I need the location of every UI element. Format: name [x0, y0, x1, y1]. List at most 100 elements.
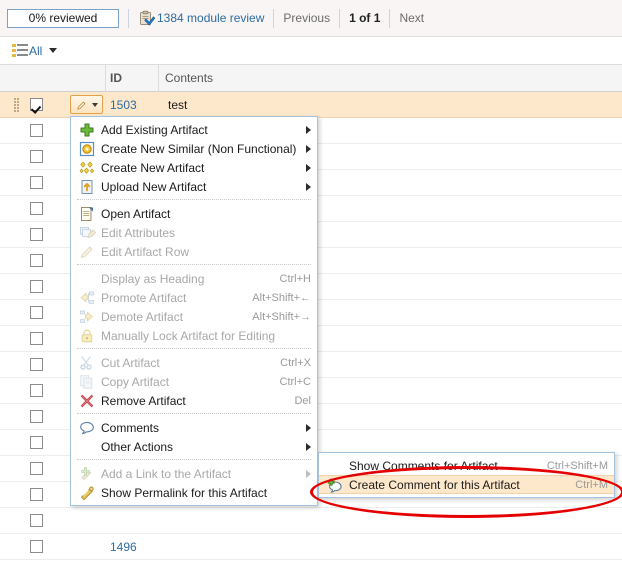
table-row[interactable]: 1503 test	[0, 92, 622, 118]
chevron-down-icon[interactable]	[49, 48, 58, 53]
row-checkbox[interactable]	[30, 228, 43, 241]
table-row[interactable]	[0, 508, 622, 534]
filter-all-label[interactable]: All	[29, 44, 42, 58]
menu-item-label: Display as Heading	[101, 271, 205, 286]
row-checkbox[interactable]	[30, 202, 43, 215]
filter-bar: All	[0, 37, 622, 64]
menu-item-shortcut: Del	[294, 394, 311, 407]
menu-separator	[77, 348, 311, 350]
upload-icon	[79, 179, 95, 195]
menu-item-label: Create Comment for this Artifact	[349, 477, 520, 492]
submenu-arrow-icon	[306, 182, 311, 191]
top-toolbar: 0% reviewed 1384 module review Previous …	[0, 0, 622, 37]
row-checkbox[interactable]	[30, 98, 43, 111]
table-row[interactable]: 1496	[0, 534, 622, 560]
menu-item-remove-artifact[interactable]: Remove Artifact Del	[71, 391, 317, 410]
menu-item-label: Remove Artifact	[101, 393, 186, 408]
toolbar-divider-1	[128, 8, 129, 28]
row-checkbox[interactable]	[30, 436, 43, 449]
menu-item-open-artifact[interactable]: Open Artifact	[71, 204, 317, 223]
clipboard-check-icon	[138, 10, 156, 27]
menu-item-label: Comments	[101, 420, 160, 435]
menu-item-create-new-similar-non-functional[interactable]: Create New Similar (Non Functional)	[71, 139, 317, 158]
row-checkbox[interactable]	[30, 358, 43, 371]
row-checkbox[interactable]	[30, 488, 43, 501]
speech-balloon-icon	[79, 420, 95, 436]
menu-item-display-as-heading: Display as Heading Ctrl+H	[71, 269, 317, 288]
next-page-button[interactable]: Next	[399, 11, 424, 25]
menu-item-label: Create New Artifact	[101, 160, 205, 175]
column-header-id[interactable]: ID	[105, 65, 157, 92]
submenu-item-show-comments-for-artifact[interactable]: Show Comments for Artifact Ctrl+Shift+M	[319, 456, 614, 475]
red-x-icon	[79, 393, 95, 409]
cell-contents[interactable]: test	[168, 92, 187, 118]
menu-item-shortcut: Alt+Shift+←	[252, 291, 311, 304]
similar-artifact-icon	[79, 141, 95, 157]
menu-item-upload-new-artifact[interactable]: Upload New Artifact	[71, 177, 317, 196]
row-checkbox[interactable]	[30, 150, 43, 163]
menu-separator	[77, 413, 311, 415]
submenu-item-create-comment-for-this-artifact[interactable]: Create Comment for this Artifact Ctrl+M	[319, 475, 614, 494]
row-edit-menu-button[interactable]	[70, 95, 103, 114]
menu-item-add-a-link-to-the-artifact: Add a Link to the Artifact	[71, 464, 317, 483]
scissors-icon	[79, 355, 95, 371]
edit-attributes-icon	[79, 225, 97, 241]
menu-item-label: Open Artifact	[101, 206, 171, 221]
demote-icon	[79, 309, 95, 325]
row-checkbox[interactable]	[30, 410, 43, 423]
menu-separator	[77, 199, 311, 201]
menu-item-label: Show Permalink for this Artifact	[101, 485, 268, 500]
menu-item-cut-artifact: Cut Artifact Ctrl+X	[71, 353, 317, 372]
app-root: 0% reviewed 1384 module review Previous …	[0, 0, 622, 566]
review-progress-label: 0% reviewed	[28, 11, 98, 25]
menu-item-edit-attributes: Edit Attributes	[71, 223, 317, 242]
new-artifact-icon	[79, 160, 95, 176]
row-checkbox[interactable]	[30, 540, 43, 553]
menu-item-label: Demote Artifact	[101, 309, 184, 324]
row-checkbox[interactable]	[30, 384, 43, 397]
menu-item-comments[interactable]: Comments	[71, 418, 317, 437]
menu-item-label: Cut Artifact	[101, 355, 160, 370]
column-header-contents[interactable]: Contents	[158, 65, 358, 92]
review-progress-button[interactable]: 0% reviewed	[7, 8, 119, 28]
submenu-arrow-icon	[306, 144, 312, 153]
pencil-icon	[79, 244, 95, 260]
row-checkbox[interactable]	[30, 462, 43, 475]
menu-item-demote-artifact: Demote Artifact Alt+Shift+→	[71, 307, 317, 326]
row-checkbox[interactable]	[30, 332, 43, 345]
promote-icon	[79, 290, 95, 306]
cell-id[interactable]: 1496	[110, 534, 137, 560]
document-open-icon	[79, 206, 95, 222]
pencil-icon	[76, 100, 87, 111]
menu-item-label: Add a Link to the Artifact	[101, 466, 232, 481]
toolbar-divider-3	[339, 8, 341, 28]
toolbar-divider-4	[389, 8, 391, 28]
row-checkbox[interactable]	[30, 280, 43, 293]
menu-item-show-permalink-for-this-artifact[interactable]: Show Permalink for this Artifact	[71, 483, 317, 502]
row-checkbox[interactable]	[30, 306, 43, 319]
menu-item-manually-lock-artifact-for-editing: Manually Lock Artifact for Editing	[71, 326, 317, 345]
menu-item-label: Other Actions	[101, 439, 174, 454]
comments-submenu[interactable]: Show Comments for Artifact Ctrl+Shift+M Cr…	[318, 452, 615, 498]
menu-item-label: Upload New Artifact	[101, 179, 207, 194]
menu-item-label: Show Comments for Artifact	[349, 458, 498, 473]
menu-item-shortcut: Ctrl+M	[575, 478, 608, 491]
comment-add-icon	[327, 478, 343, 494]
row-checkbox[interactable]	[30, 176, 43, 189]
submenu-arrow-icon	[306, 423, 311, 432]
menu-item-create-new-artifact[interactable]: Create New Artifact	[71, 158, 317, 177]
row-checkbox[interactable]	[30, 514, 43, 527]
menu-item-other-actions[interactable]: Other Actions	[71, 437, 317, 456]
row-drag-handle[interactable]	[14, 98, 19, 112]
row-checkbox[interactable]	[30, 124, 43, 137]
cell-id[interactable]: 1503	[110, 92, 137, 118]
toolbar-divider-2	[273, 8, 275, 28]
module-review-link[interactable]: 1384 module review	[157, 11, 264, 25]
menu-item-copy-artifact: Copy Artifact Ctrl+C	[71, 372, 317, 391]
submenu-arrow-icon	[306, 125, 311, 134]
artifact-context-menu[interactable]: Add Existing Artifact Create New Similar …	[70, 116, 318, 506]
previous-page-button[interactable]: Previous	[283, 11, 330, 25]
menu-item-label: Create New Similar (Non Functional)	[101, 141, 297, 156]
menu-item-add-existing-artifact[interactable]: Add Existing Artifact	[71, 120, 317, 139]
row-checkbox[interactable]	[30, 254, 43, 267]
